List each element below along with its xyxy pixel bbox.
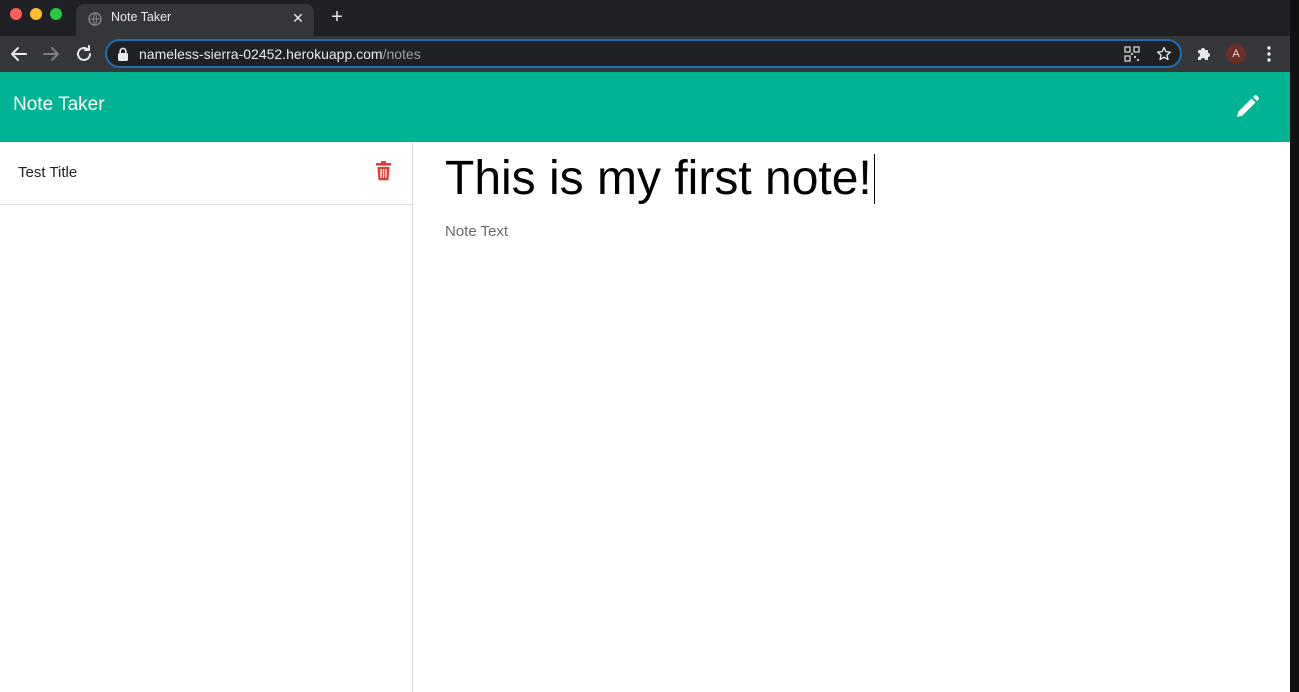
desktop-background-strip — [1290, 0, 1299, 692]
browser-toolbar: nameless-sierra-02452.herokuapp.com/note… — [0, 36, 1290, 72]
app-navbar: Note Taker — [0, 72, 1290, 142]
new-tab-button[interactable]: + — [326, 7, 348, 29]
close-window-button[interactable] — [10, 8, 22, 20]
tab-strip: Note Taker ✕ + — [0, 0, 1290, 36]
globe-icon — [88, 12, 102, 26]
app-brand[interactable]: Note Taker — [13, 94, 105, 116]
forward-icon[interactable] — [39, 42, 63, 66]
page-viewport: Note Taker Test Title This is my first n… — [0, 72, 1290, 692]
note-editor: This is my first note! Note Text — [414, 142, 1290, 692]
note-item-title[interactable]: Test Title — [18, 164, 77, 181]
qr-code-icon[interactable] — [1124, 46, 1140, 62]
browser-window: Note Taker ✕ + nameless-sierra-02452.her… — [0, 0, 1290, 692]
note-title-input[interactable]: This is my first note! — [445, 151, 875, 206]
tab-close-icon[interactable]: ✕ — [290, 10, 306, 26]
tab-title: Note Taker — [111, 10, 172, 24]
maximize-window-button[interactable] — [50, 8, 62, 20]
url-text[interactable]: nameless-sierra-02452.herokuapp.com/note… — [139, 46, 421, 62]
browser-tab[interactable]: Note Taker ✕ — [76, 4, 314, 36]
pencil-icon[interactable] — [1233, 93, 1261, 121]
profile-avatar[interactable]: A — [1226, 44, 1246, 64]
back-icon[interactable] — [7, 42, 31, 66]
lock-icon[interactable] — [117, 47, 129, 61]
reload-icon[interactable] — [72, 42, 96, 66]
notes-list: Test Title — [0, 142, 413, 692]
text-caret — [873, 154, 875, 204]
note-text-textarea[interactable]: Note Text — [445, 223, 508, 240]
more-menu-icon[interactable] — [1257, 42, 1281, 66]
address-bar[interactable]: nameless-sierra-02452.herokuapp.com/note… — [105, 39, 1182, 68]
trash-icon[interactable] — [375, 161, 392, 181]
minimize-window-button[interactable] — [30, 8, 42, 20]
extensions-puzzle-icon[interactable] — [1192, 42, 1216, 66]
list-item[interactable]: Test Title — [0, 142, 412, 205]
bookmark-star-icon[interactable] — [1156, 46, 1172, 62]
